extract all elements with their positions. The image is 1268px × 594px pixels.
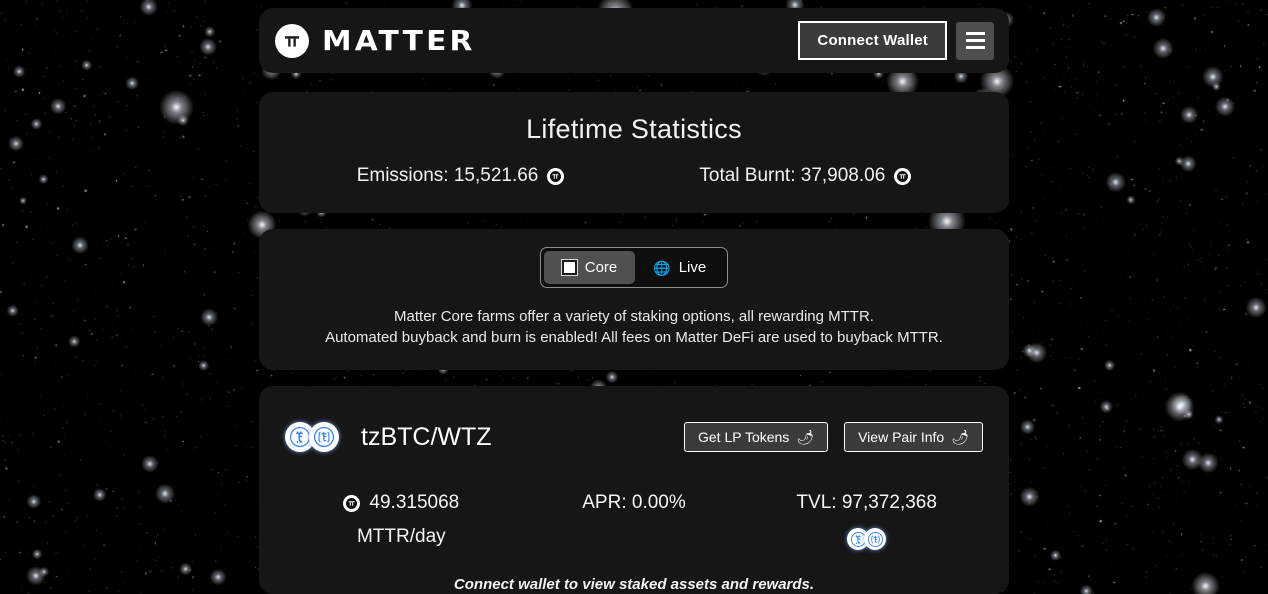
farm-emission-unit: MTTR/day (356, 526, 446, 547)
farm-card: tzBTC/WTZ Get LP Tokens 🌶 View Pair Info… (259, 386, 1009, 594)
farm-mode-description: Matter Core farms offer a variety of sta… (279, 306, 989, 348)
statistics-row: Emissions: 15,521.66 Total Burnt: 37,908… (279, 165, 989, 187)
matter-logo-icon (275, 23, 309, 58)
farm-emission-value: 49.315068 (369, 492, 460, 513)
farm-tvl-value: TVL: 97,372,368 (796, 492, 937, 513)
farm-mode-panel: Core 🌐 Live Matter Core farms offer a va… (259, 229, 1009, 370)
farm-actions: Get LP Tokens 🌶 View Pair Info 🌶 (683, 422, 983, 452)
stat-emissions: Emissions: 15,521.66 (357, 165, 565, 187)
brand-name: MATTER (322, 24, 476, 57)
mttr-coin-icon (894, 167, 912, 185)
square-icon (560, 259, 578, 276)
chili-pepper-icon: 🌶 (796, 429, 815, 445)
mttr-coin-icon (343, 494, 361, 512)
page-title: Lifetime Statistics (526, 114, 742, 144)
tab-core[interactable]: Core (543, 251, 636, 284)
connect-wallet-note: Connect wallet to view staked assets and… (453, 576, 815, 593)
farm-emission-value-row: 49.315068 (285, 492, 518, 514)
stat-emissions-label: Emissions: 15,521.66 (356, 165, 539, 186)
farm-apr: APR: 0.00% (518, 492, 751, 550)
globe-icon: 🌐 (653, 259, 671, 276)
description-line-1: Matter Core farms offer a variety of sta… (394, 308, 874, 325)
page-root: MATTER Connect Wallet Lifetime Statistic… (0, 0, 1268, 594)
farm-emission: 49.315068 MTTR/day (285, 492, 518, 550)
get-lp-tokens-button[interactable]: Get LP Tokens 🌶 (683, 422, 829, 452)
pair-name: tzBTC/WTZ (361, 422, 492, 451)
get-lp-tokens-label: Get LP Tokens (697, 429, 790, 445)
tab-live-label: Live (678, 259, 707, 276)
wtz-icon (309, 422, 339, 452)
pair-token-icons (285, 422, 339, 452)
wtz-icon (864, 528, 887, 550)
hamburger-menu-icon[interactable] (956, 21, 994, 60)
brand: MATTER (275, 23, 798, 58)
menu-line (965, 39, 985, 42)
description-line-2: Automated buyback and burn is enabled! A… (325, 329, 943, 346)
farm-mode-tabs: Core 🌐 Live (539, 247, 729, 288)
mttr-coin-icon (547, 167, 565, 185)
view-pair-info-button[interactable]: View Pair Info 🌶 (844, 422, 983, 452)
farm-card-header: tzBTC/WTZ Get LP Tokens 🌶 View Pair Info… (285, 422, 983, 452)
tab-core-label: Core (584, 259, 618, 276)
stat-total-burnt: Total Burnt: 37,908.06 (699, 165, 912, 187)
connect-wallet-button[interactable]: Connect Wallet (798, 21, 947, 60)
view-pair-info-label: View Pair Info (858, 429, 945, 445)
farm-apr-value: APR: 0.00% (582, 492, 686, 513)
farm-statistics-row: 49.315068 MTTR/day APR: 0.00% TVL: 97,37… (285, 492, 983, 550)
stat-total-burnt-label: Total Burnt: 37,908.06 (699, 165, 886, 186)
menu-line (965, 46, 985, 49)
farm-tvl: TVL: 97,372,368 (750, 492, 983, 550)
menu-line (965, 32, 985, 35)
tab-live[interactable]: 🌐 Live (635, 251, 724, 284)
app-header: MATTER Connect Wallet (259, 8, 1009, 73)
chili-pepper-icon: 🌶 (951, 429, 969, 445)
farm-tvl-token-icons (750, 528, 983, 550)
lifetime-statistics-panel: Lifetime Statistics Emissions: 15,521.66… (259, 92, 1009, 213)
